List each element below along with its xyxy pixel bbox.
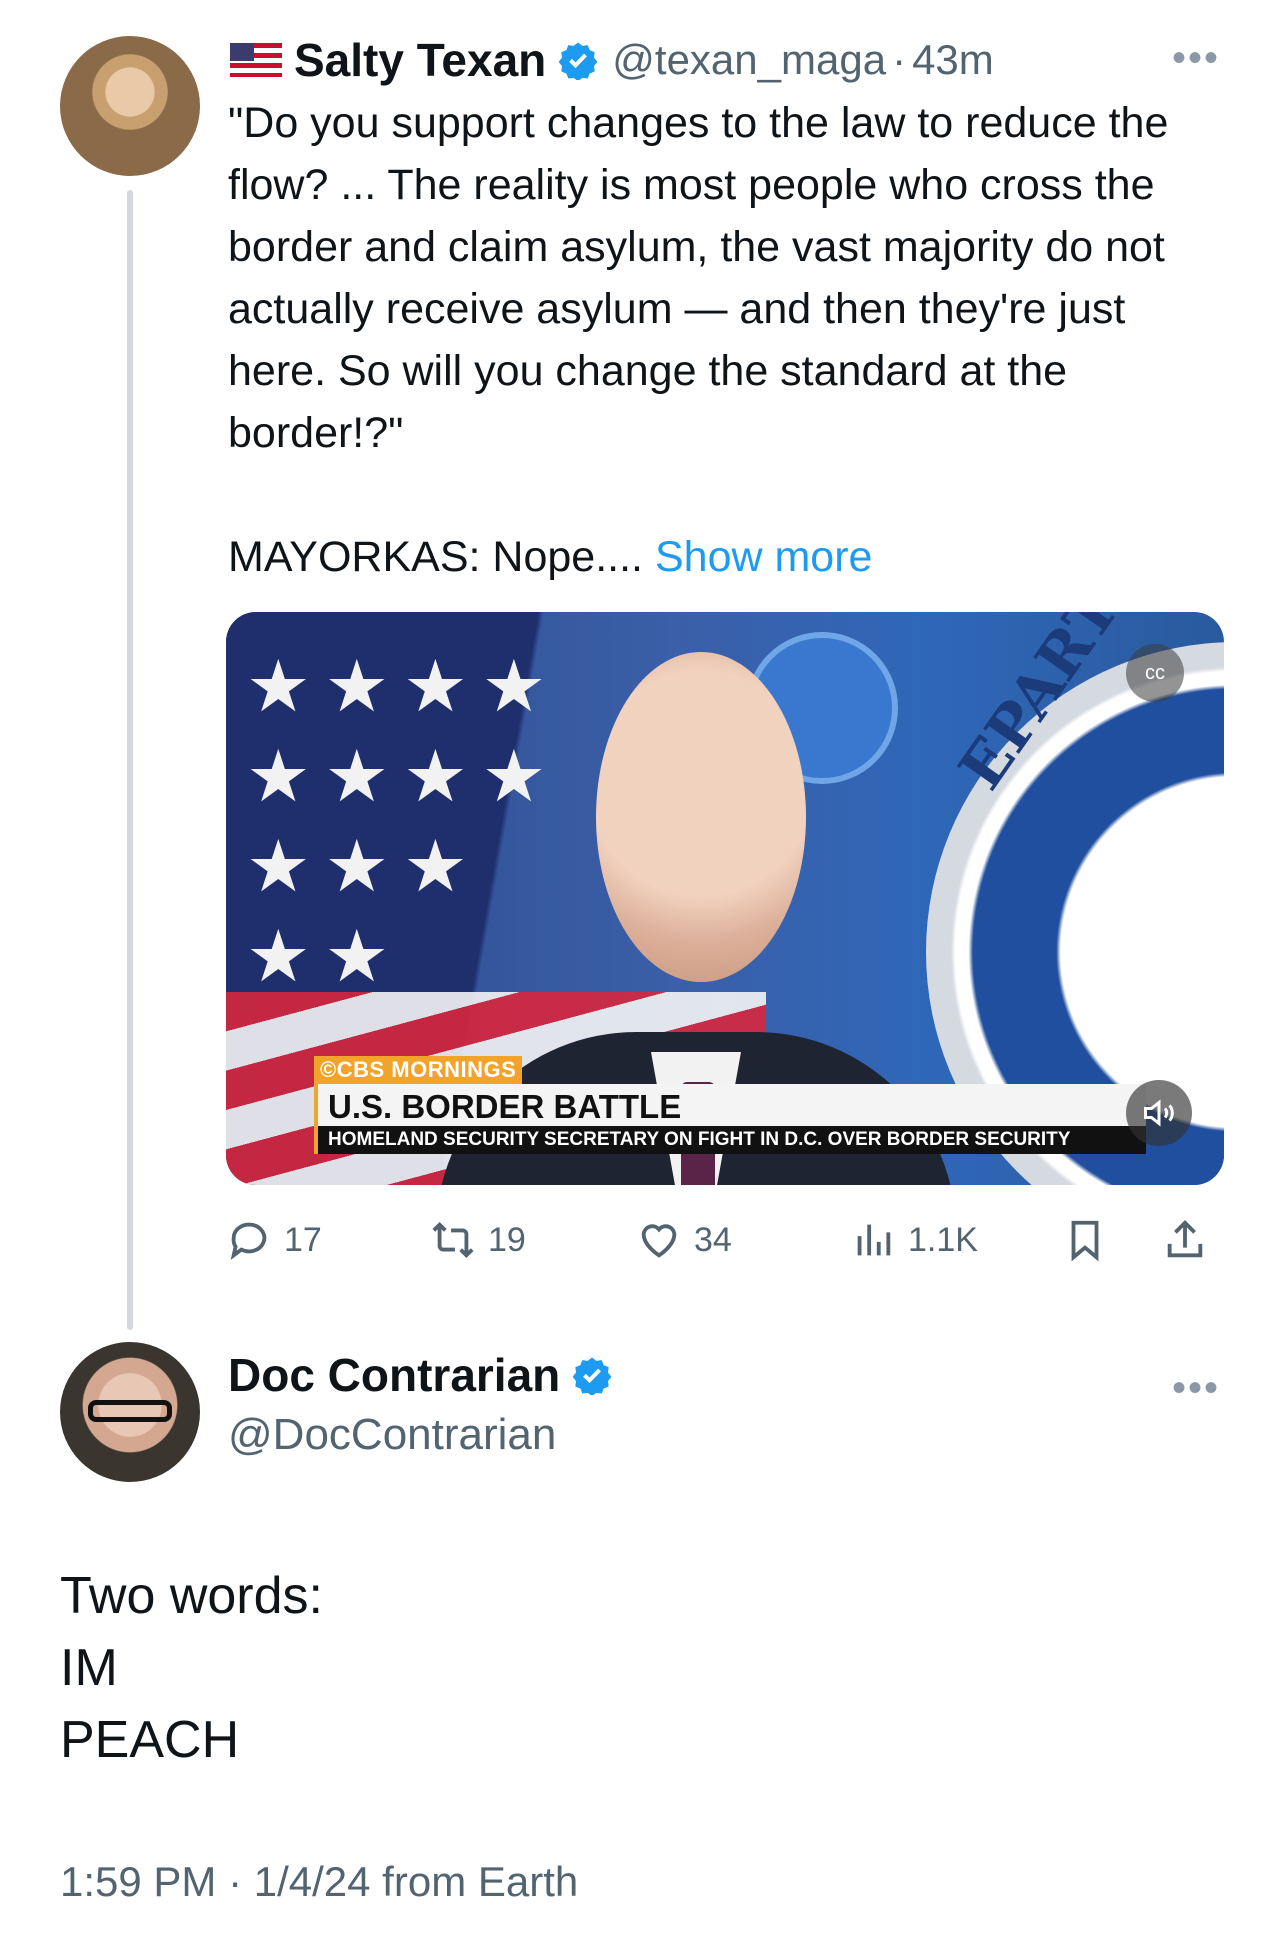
bookmark-icon: [1071, 1220, 1099, 1262]
news-headline: U.S. BORDER BATTLE: [314, 1084, 1146, 1126]
tweet-body: "Do you support changes to the law to re…: [228, 99, 1169, 581]
author-handle[interactable]: @DocContrarian: [228, 1410, 556, 1460]
tweet-text: "Do you support changes to the law to re…: [228, 92, 1228, 588]
retweet-button[interactable]: 19: [430, 1210, 526, 1270]
person-head: [596, 652, 806, 982]
separator-dot: ·: [892, 36, 907, 83]
retweet-count: 19: [488, 1220, 526, 1259]
volume-mute-icon[interactable]: [1126, 1080, 1192, 1146]
like-button[interactable]: 34: [636, 1210, 732, 1270]
author-avatar[interactable]: [60, 1342, 200, 1482]
show-more-link[interactable]: Show more: [655, 533, 872, 581]
verified-badge-icon: [558, 42, 598, 80]
thread-connector-line: [127, 190, 133, 1330]
news-subheadline: HOMELAND SECURITY SECRETARY ON FIGHT IN …: [314, 1126, 1146, 1154]
tweet-header: Doc Contrarian: [228, 1348, 626, 1402]
news-lower-third: ©CBS MORNINGS U.S. BORDER BATTLE HOMELAN…: [314, 1056, 1146, 1154]
tweet-actions-bar: 17 19 34 1.1K: [226, 1210, 1236, 1270]
author-name[interactable]: Salty Texan: [294, 33, 546, 87]
views-count: 1.1K: [908, 1220, 978, 1259]
tweet-line: PEACH: [60, 1711, 240, 1769]
tweet-line: IM: [60, 1639, 118, 1697]
retweet-icon: [432, 1221, 474, 1259]
more-options-icon[interactable]: •••: [1172, 1368, 1220, 1408]
heart-icon: [641, 1224, 677, 1258]
author-name[interactable]: Doc Contrarian: [228, 1348, 560, 1402]
reply-icon: [230, 1222, 267, 1260]
tweet-text: Two words: IM PEACH: [60, 1560, 323, 1776]
reply-count: 17: [284, 1220, 322, 1259]
views-button[interactable]: 1.1K: [850, 1210, 978, 1270]
closed-captions-icon[interactable]: cc: [1126, 644, 1184, 702]
glasses-detail: [88, 1400, 172, 1422]
verified-badge-icon: [572, 1357, 612, 1395]
tweet-timestamp[interactable]: 1:59 PM · 1/4/24 from Earth: [60, 1858, 578, 1906]
share-icon: [1167, 1220, 1203, 1258]
tweet-header: Salty Texan @texan_maga · 43m: [230, 30, 994, 90]
author-avatar[interactable]: [60, 36, 200, 176]
network-tag: ©CBS MORNINGS: [314, 1056, 523, 1084]
author-handle[interactable]: @texan_maga: [612, 36, 886, 84]
share-button[interactable]: [1162, 1210, 1220, 1270]
us-flag-icon: [230, 43, 282, 77]
video-thumbnail[interactable]: ★★★★★★★★★★★★★ EPARTMEN cc ©CBS MORNINGS …: [226, 612, 1224, 1185]
time-ago[interactable]: 43m: [912, 36, 994, 84]
more-options-icon[interactable]: •••: [1172, 38, 1220, 78]
reply-button[interactable]: 17: [226, 1210, 322, 1270]
tweet-line: Two words:: [60, 1567, 323, 1625]
bookmark-button[interactable]: [1062, 1210, 1120, 1270]
views-bar-chart-icon: [857, 1224, 891, 1256]
like-count: 34: [694, 1220, 732, 1259]
